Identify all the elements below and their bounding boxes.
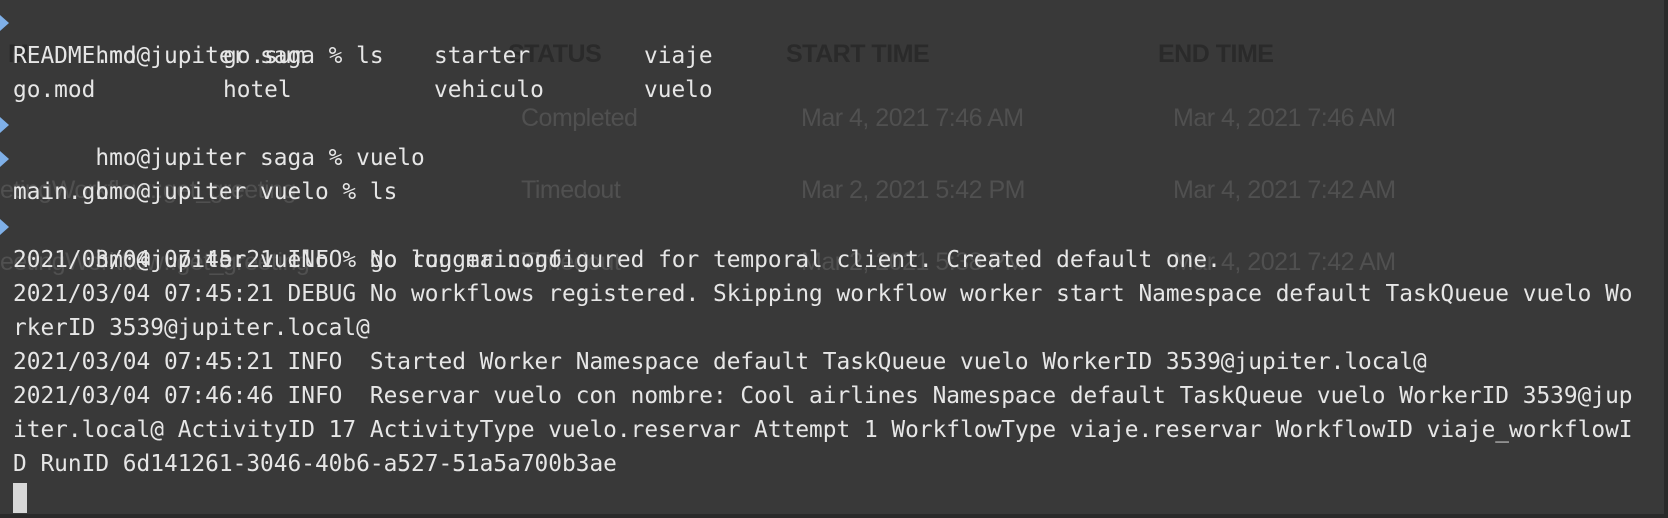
prompt-marker-icon xyxy=(0,219,9,235)
log-line: D RunID 6d141261-3046-40b6-a527-51a5a700… xyxy=(13,451,617,477)
log-line: 2021/03/04 07:45:21 INFO Started Worker … xyxy=(13,349,1427,375)
ls-entry: starter xyxy=(434,43,531,69)
ls-entry: README.md xyxy=(13,43,137,69)
ls-entry: hotel xyxy=(223,77,292,103)
prompt-line: hmo@jupiter saga % vuelo xyxy=(0,107,1633,171)
prompt-line: hmo@jupiter saga % ls xyxy=(0,5,1633,69)
text-cursor xyxy=(13,483,27,513)
prompt-marker-icon xyxy=(0,151,9,167)
ls-entry: vuelo xyxy=(644,77,713,103)
terminal-output[interactable]: hmo@jupiter saga % ls README.md go.sum sta… xyxy=(0,5,1633,481)
ls-entry: vehiculo xyxy=(434,77,544,103)
log-line: 2021/03/04 07:46:46 INFO Reservar vuelo … xyxy=(13,383,1633,409)
log-line: iter.local@ ActivityID 17 ActivityType v… xyxy=(13,417,1633,443)
terminal-window[interactable]: M STATUS START TIME END TIME Completed M… xyxy=(0,0,1668,518)
log-line: 2021/03/04 07:45:21 INFO No logger confi… xyxy=(13,247,1221,273)
ls-entry: go.mod xyxy=(13,77,96,103)
prompt-line: hmo@jupiter vuelo % ls xyxy=(0,141,1633,205)
log-line: 2021/03/04 07:45:21 DEBUG No workflows r… xyxy=(13,281,1633,307)
ls-entry: main.go xyxy=(13,179,110,205)
ls-entry: go.sum xyxy=(223,43,306,69)
log-line: rkerID 3539@jupiter.local@ xyxy=(13,315,370,341)
prompt-line: hmo@jupiter vuelo % go run main.go xyxy=(0,209,1633,273)
ls-output-row: README.md go.sum starter viaje xyxy=(0,39,1633,73)
ls-output-row: main.go xyxy=(0,175,1633,209)
ls-entry: viaje xyxy=(644,43,713,69)
prompt-marker-icon xyxy=(0,117,9,133)
prompt-marker-icon xyxy=(0,15,9,31)
ls-output-row: go.mod hotel vehiculo vuelo xyxy=(0,73,1633,107)
